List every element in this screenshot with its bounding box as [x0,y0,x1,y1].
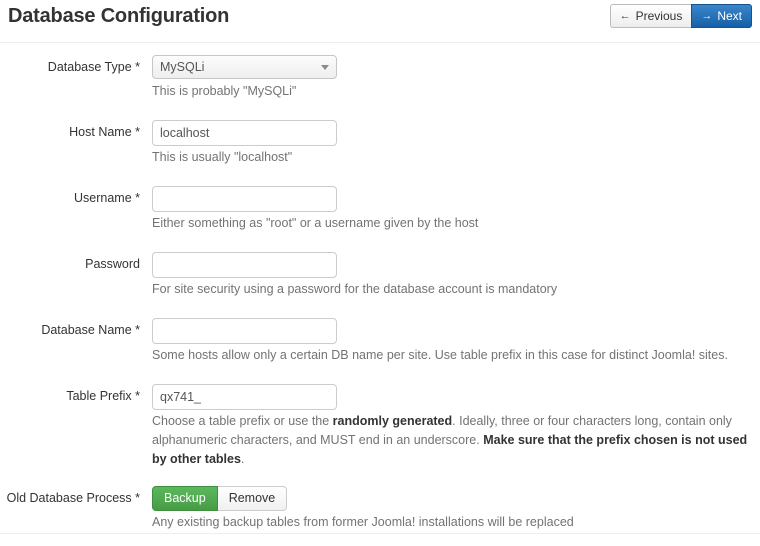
select-database-type[interactable]: MySQLiMySQLPDO [152,55,337,79]
control-username [152,186,752,212]
footer-divider [0,533,760,534]
help-segment: Choose a table prefix or use the [152,414,333,428]
next-button[interactable]: → Next [691,4,752,28]
arrow-left-icon: ← [619,9,631,22]
label-database-name: Database Name * [41,323,140,337]
help-segment: randomly generated [332,414,453,428]
previous-button[interactable]: ← Previous [609,4,692,28]
input-password[interactable] [152,252,337,278]
page-header: Database Configuration ← Previous → Next [0,0,760,42]
label-table-prefix: Table Prefix * [66,389,140,403]
control-table-prefix [152,384,752,410]
next-button-label: Next [717,9,742,23]
help-text-host-name: This is usually "localhost" [152,150,293,164]
help-text-table-prefix: Choose a table prefix or use the randoml… [152,412,760,469]
label-old-database-process: Old Database Process * [6,491,140,505]
previous-button-label: Previous [635,9,683,23]
label-password: Password [85,257,140,271]
control-database-type: MySQLiMySQLPDO [152,55,752,79]
database-configuration-page: Database Configuration ← Previous → Next… [0,0,760,546]
help-text-database-name: Some hosts allow only a certain DB name … [152,348,728,362]
control-database-name [152,318,752,344]
control-password [152,252,752,278]
input-username[interactable] [152,186,337,212]
toggle-remove-button[interactable]: Remove [217,486,288,511]
toggle-backup-button[interactable]: Backup [152,486,218,511]
help-text-password: For site security using a password for t… [152,282,558,296]
button-group-old-database-process: Backup Remove [152,486,288,511]
help-text-database-type: This is probably "MySQLi" [152,84,297,98]
input-host-name[interactable] [152,120,337,146]
label-database-type: Database Type * [47,60,140,74]
wizard-navigation: ← Previous → Next [609,4,752,28]
help-text-old-database-process: Any existing backup tables from former J… [152,515,574,529]
page-title: Database Configuration [8,5,230,27]
control-old-database-process: Backup Remove [152,486,752,511]
input-database-name[interactable] [152,318,337,344]
select-wrapper-database-type: MySQLiMySQLPDO [152,55,337,79]
label-username: Username * [74,191,140,205]
help-text-username: Either something as "root" or a username… [152,216,479,230]
input-table-prefix[interactable] [152,384,337,410]
control-host-name [152,120,752,146]
database-configuration-form: Database Type * MySQLiMySQLPDO This is pro… [0,42,760,546]
help-segment: . [240,452,245,466]
label-host-name: Host Name * [69,125,140,139]
arrow-right-icon: → [701,9,713,22]
